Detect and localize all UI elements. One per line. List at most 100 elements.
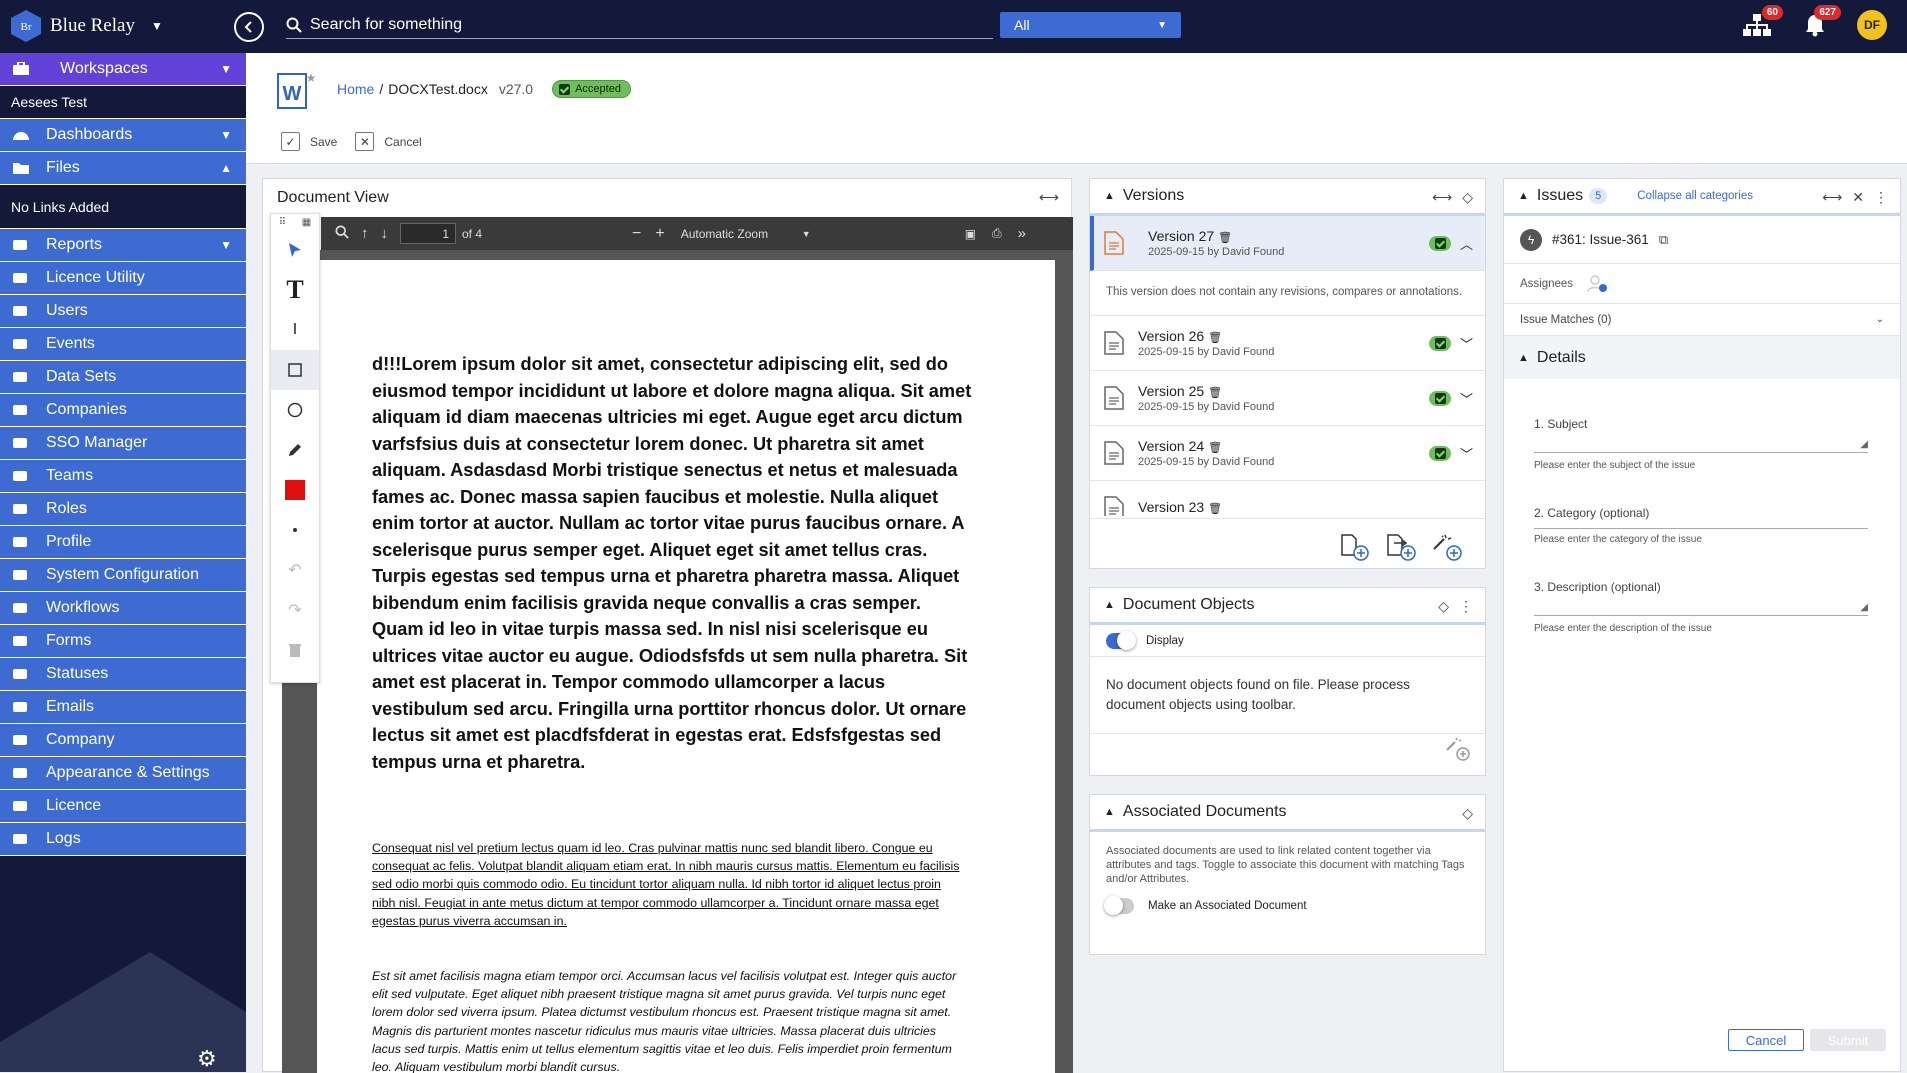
display-toggle[interactable] [1106,630,1136,650]
sidebar-item-emails[interactable]: Emails [0,691,246,724]
sidebar-item-data-sets[interactable]: Data Sets [0,361,246,394]
collapse-sidebar-button[interactable] [234,12,264,42]
sort-icon[interactable]: ◇ [1462,805,1473,822]
expand-horizontal-icon[interactable]: ⟷ [1432,189,1452,206]
more-vert-icon[interactable]: ⋮ [1874,189,1888,206]
chevron-up-icon[interactable]: ︿ [1460,234,1473,253]
more-vert-icon[interactable]: ⋮ [1459,598,1473,615]
description-field[interactable]: 3. Description (optional) ◢ [1534,580,1868,616]
chevron-up-icon[interactable]: ▲ [1104,806,1115,818]
process-version-button[interactable] [1432,533,1462,566]
version-item[interactable]: Version 25 🗑 2025-09-15 by David Found ﹀ [1090,371,1485,426]
sidebar-item-roles[interactable]: Roles [0,493,246,526]
redo-button[interactable]: ↷ [271,590,319,630]
trash-icon[interactable]: 🗑 [1208,387,1222,399]
chevron-down-icon[interactable]: ﹀ [1460,389,1473,408]
chevron-up-icon[interactable]: ▲ [1104,190,1115,202]
sidebar-item-forms[interactable]: Forms [0,625,246,658]
breadcrumb-home[interactable]: Home [337,81,374,97]
version-status[interactable] [1429,336,1451,351]
sidebar-item-statuses[interactable]: Statuses [0,658,246,691]
sidebar-item-events[interactable]: Events [0,328,246,361]
issue-submit-button[interactable]: Submit [1810,1029,1886,1051]
close-icon[interactable]: ✕ [1852,189,1864,206]
sidebar-item-workflows[interactable]: Workflows [0,592,246,625]
sidebar-item-company[interactable]: Company [0,724,246,757]
version-item[interactable]: Version 23 🗑 [1090,481,1485,516]
chevron-up-icon[interactable]: ▲ [1518,190,1529,202]
search-input[interactable]: Search for something [310,16,462,34]
category-field[interactable]: 2. Category (optional) [1534,506,1868,529]
sidebar-files[interactable]: Files ▲ [0,152,246,185]
sidebar-item-users[interactable]: Users [0,295,246,328]
issue-matches-row[interactable]: Issue Matches (0) ⌄ [1504,304,1900,336]
version-item[interactable]: Version 26 🗑 2025-09-15 by David Found ﹀ [1090,316,1485,371]
cancel-button[interactable]: ✕ Cancel [355,132,422,151]
pdf-search-icon[interactable] [335,225,349,242]
sidebar-item-sso-manager[interactable]: SSO Manager [0,427,246,460]
text-cursor-tool[interactable]: Ι [271,310,319,350]
select-tool[interactable] [271,230,319,270]
org-chart-button[interactable]: 60 [1741,5,1783,41]
issue-cancel-button[interactable]: Cancel [1728,1029,1804,1051]
chevron-down-icon[interactable]: ﹀ [1460,444,1473,463]
notifications-button[interactable]: 627 [1799,5,1841,41]
expand-horizontal-icon[interactable]: ⟷ [1822,189,1842,206]
subject-field[interactable]: 1. Subject ◢ [1534,417,1868,453]
compare-version-button[interactable] [1386,533,1416,566]
gear-icon[interactable]: ⚙ [197,1046,217,1072]
zoom-select[interactable]: Automatic Zoom ▼ [676,222,815,245]
search-scope-select[interactable]: All ▼ [1000,12,1181,38]
stroke-width-tool[interactable] [271,510,319,550]
sidebar-item-licence-utility[interactable]: Licence Utility [0,262,246,295]
sidebar-item-companies[interactable]: Companies [0,394,246,427]
version-item[interactable]: Version 24 🗑 2025-09-15 by David Found ﹀ [1090,426,1485,481]
delete-button[interactable] [271,630,319,670]
double-chevron-right-icon[interactable]: » [1018,225,1026,242]
arrow-up-icon[interactable]: ↑ [361,225,369,242]
add-user-icon[interactable] [1587,274,1608,293]
color-picker[interactable] [271,470,319,510]
zoom-in-icon[interactable]: + [655,225,664,243]
resize-handle-icon[interactable]: ◢ [1860,439,1868,450]
sidebar-item-licence[interactable]: Licence [0,790,246,823]
copy-icon[interactable]: ⧉ [1659,232,1668,248]
trash-icon[interactable]: 🗑 [1218,232,1232,244]
text-tool[interactable]: T [271,270,319,310]
add-version-button[interactable] [1340,533,1370,566]
sort-icon[interactable]: ◇ [1462,189,1473,206]
sidebar-workspaces[interactable]: Workspaces ▼ [0,53,246,86]
version-status[interactable] [1429,236,1451,251]
process-objects-button[interactable] [1445,736,1471,767]
associated-toggle[interactable] [1104,896,1134,915]
print-icon[interactable]: ⎙ [992,226,1002,241]
layout-icon[interactable]: ▦ [302,217,311,228]
presentation-icon[interactable]: ▣ [965,227,976,241]
trash-icon[interactable]: 🗑 [1208,503,1222,515]
zoom-out-icon[interactable]: − [632,225,641,243]
sort-icon[interactable]: ◇ [1438,598,1449,615]
version-status[interactable] [1429,446,1451,461]
collapse-all-link[interactable]: Collapse all categories [1637,190,1753,202]
workspace-current[interactable]: Aesees Test [0,86,246,119]
arrow-down-icon[interactable]: ↓ [381,225,389,242]
grip-icon[interactable]: ⠿ [279,217,286,228]
sidebar-item-logs[interactable]: Logs [0,823,246,856]
issue-row[interactable]: ϟ #361: Issue-361 ⧉ [1504,216,1900,264]
resize-handle-icon[interactable]: ◢ [1860,602,1868,613]
page-number-input[interactable]: 1 [400,223,456,244]
sidebar-item-appearance-settings[interactable]: Appearance & Settings [0,757,246,790]
save-button[interactable]: ✓ Save [281,132,337,151]
sidebar-dashboards[interactable]: Dashboards ▼ [0,119,246,152]
sidebar-item-system-configuration[interactable]: System Configuration [0,559,246,592]
rectangle-tool[interactable] [271,350,319,390]
sidebar-item-reports[interactable]: Reports ▼ [0,229,246,262]
ellipse-tool[interactable] [271,390,319,430]
expand-horizontal-icon[interactable]: ⟷ [1039,189,1059,206]
trash-icon[interactable]: 🗑 [1208,442,1222,454]
chevron-down-icon[interactable]: ﹀ [1460,334,1473,353]
details-header[interactable]: ▲ Details [1504,336,1900,379]
sidebar-item-teams[interactable]: Teams [0,460,246,493]
trash-icon[interactable]: 🗑 [1208,332,1222,344]
version-item[interactable]: Version 27 🗑 2025-09-15 by David Found ︿ [1090,216,1485,271]
